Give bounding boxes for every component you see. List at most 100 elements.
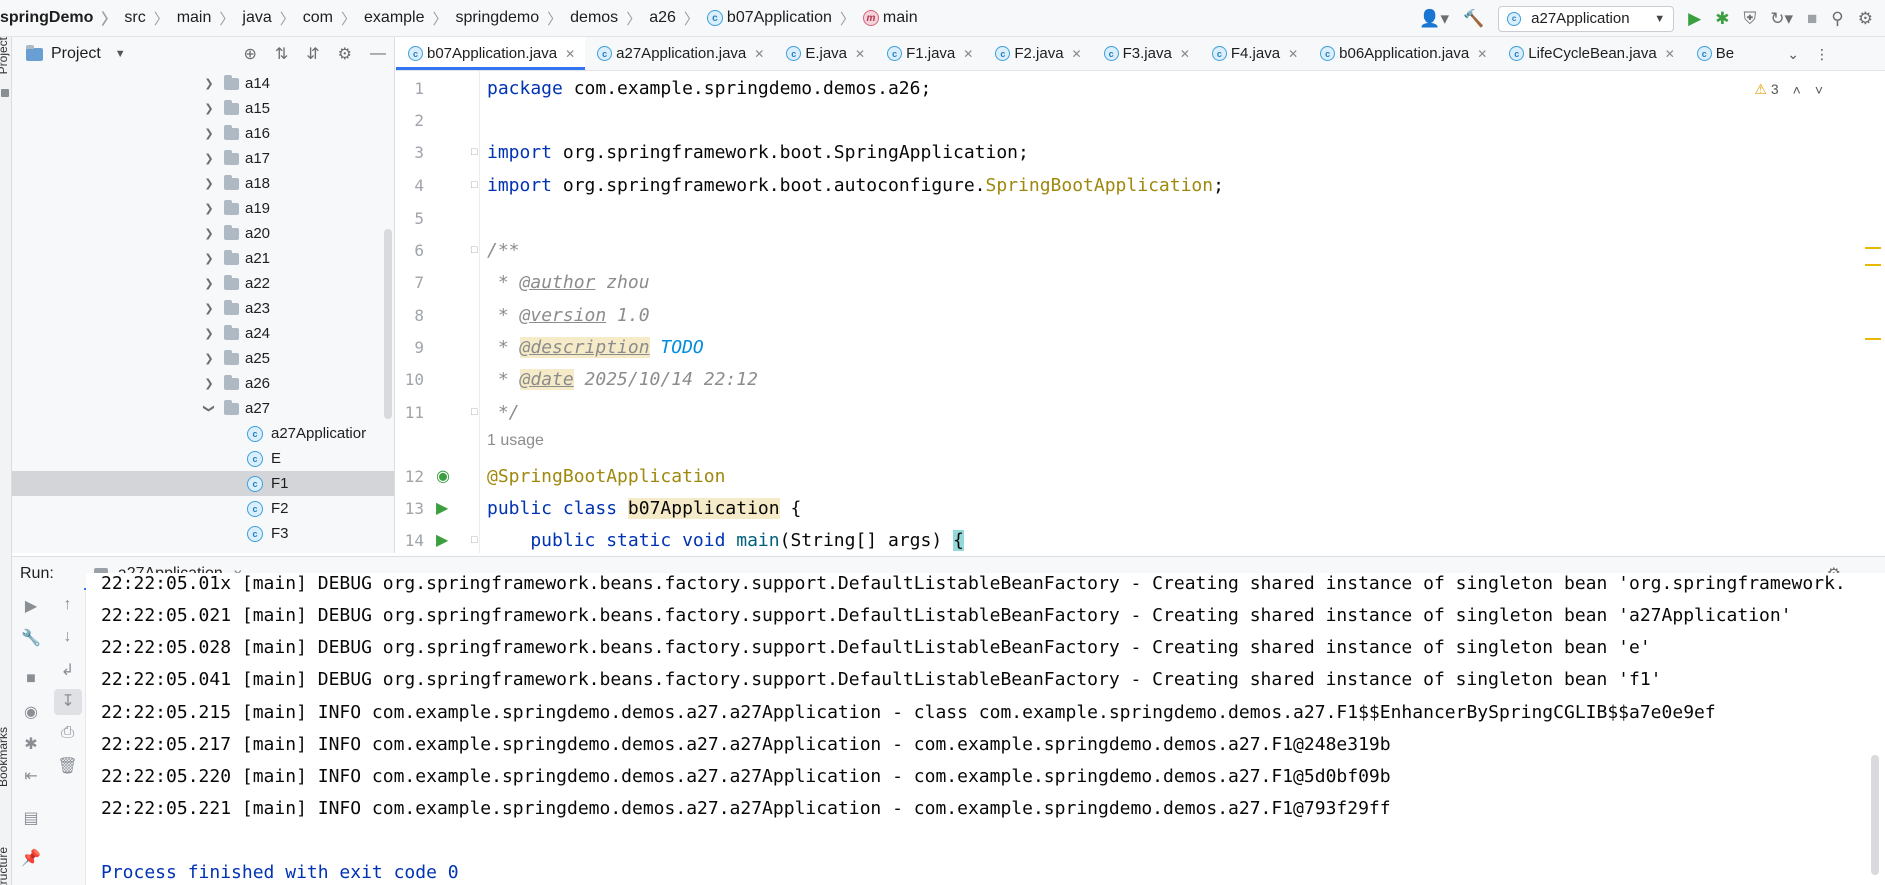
close-icon[interactable]: ✕ bbox=[1288, 47, 1298, 61]
console-output[interactable]: 22:22:05.01x [main] DEBUG org.springfram… bbox=[86, 573, 1885, 885]
tree-folder-a22[interactable]: ❯ a22 bbox=[12, 271, 394, 296]
stop-icon[interactable]: ■ bbox=[12, 670, 50, 688]
tree-file-f2[interactable]: c F2 bbox=[12, 496, 394, 521]
tab-f3[interactable]: c F3.java ✕ bbox=[1092, 37, 1200, 70]
tab-f4[interactable]: c F4.java ✕ bbox=[1200, 37, 1308, 70]
project-scrollbar[interactable] bbox=[384, 229, 392, 419]
project-panel-title[interactable]: Project bbox=[51, 45, 101, 63]
trash-icon[interactable]: 🗑 bbox=[50, 756, 85, 776]
fold-icon[interactable]: □ bbox=[471, 406, 478, 418]
close-icon[interactable]: ✕ bbox=[565, 47, 575, 61]
collapse-all-icon[interactable]: ⇵ bbox=[306, 44, 319, 64]
layout-icon[interactable]: ▤ bbox=[12, 808, 50, 828]
debug-settings-icon[interactable]: ✱ bbox=[12, 734, 50, 754]
hide-minus-icon[interactable]: — bbox=[370, 45, 386, 63]
tab-b06application[interactable]: c b06Application.java ✕ bbox=[1308, 37, 1497, 70]
console-scrollbar[interactable] bbox=[1871, 755, 1879, 875]
breadcrumb-item-method[interactable]: m main bbox=[862, 9, 918, 27]
settings-gear-icon[interactable]: ⚙ bbox=[1858, 10, 1873, 27]
tree-file-a27application[interactable]: c a27Applicatior bbox=[12, 421, 394, 446]
exit-icon[interactable]: ⇤ bbox=[12, 766, 50, 786]
build-hammer-icon[interactable]: 🔨 bbox=[1463, 10, 1484, 27]
tree-folder-a15[interactable]: ❯ a15 bbox=[12, 96, 394, 121]
tree-file-f1[interactable]: c F1 bbox=[12, 471, 394, 496]
run-icon[interactable]: ▶ bbox=[1688, 10, 1701, 27]
error-stripe-marker[interactable] bbox=[1865, 247, 1881, 249]
more-vertical-icon[interactable]: ⋮ bbox=[1815, 46, 1829, 63]
breadcrumb-item-class[interactable]: c b07Application 〉 bbox=[706, 8, 863, 29]
breadcrumb-item-java[interactable]: java 〉 bbox=[242, 8, 302, 29]
chevron-right-icon[interactable]: ❯ bbox=[204, 302, 214, 315]
close-icon[interactable]: ✕ bbox=[1072, 47, 1082, 61]
run-gutter-icon[interactable]: ▶ bbox=[436, 530, 448, 550]
chevron-right-icon[interactable]: ❯ bbox=[204, 102, 214, 115]
breadcrumb-item-springdemo[interactable]: springdemo 〉 bbox=[456, 8, 571, 29]
tree-folder-a20[interactable]: ❯ a20 bbox=[12, 221, 394, 246]
breadcrumb-item-a26[interactable]: a26 〉 bbox=[649, 8, 707, 29]
user-menu-icon[interactable]: 👤▾ bbox=[1419, 10, 1449, 27]
search-icon[interactable]: ⚲ bbox=[1831, 10, 1843, 27]
close-icon[interactable]: ✕ bbox=[1665, 47, 1675, 61]
code-editor[interactable]: ⚠ 3 ˄ ˅ 1 package com.example.springdemo… bbox=[396, 71, 1885, 553]
breadcrumb-item-example[interactable]: example 〉 bbox=[364, 8, 456, 29]
breadcrumb-item-com[interactable]: com 〉 bbox=[303, 8, 364, 29]
chevron-right-icon[interactable]: ❯ bbox=[204, 77, 214, 90]
tree-folder-a27[interactable]: ❯ a27 bbox=[12, 396, 394, 421]
structure-tool-tab[interactable]: Structure bbox=[0, 847, 10, 885]
expand-all-icon[interactable]: ⇅ bbox=[275, 44, 288, 64]
tabs-dropdown[interactable]: ⌄ ⋮ bbox=[1779, 37, 1837, 70]
arrow-down-icon[interactable]: ↓ bbox=[50, 628, 85, 646]
tab-e[interactable]: c E.java ✕ bbox=[774, 37, 875, 70]
spring-bean-icon[interactable]: ◉ bbox=[436, 466, 450, 486]
breadcrumb-item-src[interactable]: src 〉 bbox=[124, 8, 176, 29]
profiler-icon[interactable]: ↻▾ bbox=[1770, 10, 1793, 27]
project-tool-tab[interactable]: Project bbox=[0, 37, 10, 74]
gear-icon[interactable]: ⚙ bbox=[338, 44, 352, 64]
tab-f2[interactable]: c F2.java ✕ bbox=[983, 37, 1091, 70]
coverage-shield-icon[interactable]: ⛨ bbox=[1743, 10, 1756, 27]
chevron-right-icon[interactable]: ❯ bbox=[204, 252, 214, 265]
tab-be[interactable]: c Be bbox=[1685, 37, 1744, 70]
close-icon[interactable]: ✕ bbox=[855, 47, 865, 61]
camera-icon[interactable]: ◉ bbox=[12, 702, 50, 722]
chevron-right-icon[interactable]: ❯ bbox=[204, 377, 214, 390]
tree-folder-a24[interactable]: ❯ a24 bbox=[12, 321, 394, 346]
tab-a27application[interactable]: c a27Application.java ✕ bbox=[585, 37, 774, 70]
error-stripe-marker[interactable] bbox=[1865, 264, 1881, 266]
close-icon[interactable]: ✕ bbox=[754, 47, 764, 61]
chevron-down-icon[interactable]: ▼ bbox=[115, 48, 126, 60]
tree-folder-a18[interactable]: ❯ a18 bbox=[12, 171, 394, 196]
tree-file-e[interactable]: cE bbox=[12, 446, 394, 471]
chevron-right-icon[interactable]: ❯ bbox=[204, 227, 214, 240]
close-icon[interactable]: ✕ bbox=[1477, 47, 1487, 61]
chevron-right-icon[interactable]: ❯ bbox=[204, 152, 214, 165]
chevron-right-icon[interactable]: ❯ bbox=[204, 202, 214, 215]
chevron-right-icon[interactable]: ❯ bbox=[204, 127, 214, 140]
fold-icon[interactable]: □ bbox=[471, 179, 478, 191]
chevron-down-icon[interactable]: ˅ bbox=[1815, 82, 1823, 98]
chevron-down-icon[interactable]: ⌄ bbox=[1787, 46, 1799, 63]
tab-f1[interactable]: c F1.java ✕ bbox=[875, 37, 983, 70]
chevron-right-icon[interactable]: ❯ bbox=[204, 352, 214, 365]
chevron-right-icon[interactable]: ❯ bbox=[204, 177, 214, 190]
tab-lifecyclebean[interactable]: c LifeCycleBean.java ✕ bbox=[1497, 37, 1684, 70]
tree-folder-a25[interactable]: ❯ a25 bbox=[12, 346, 394, 371]
fold-icon[interactable]: □ bbox=[471, 534, 478, 546]
breadcrumb-item-project[interactable]: springDemo 〉 bbox=[0, 8, 124, 29]
stop-icon[interactable]: ■ bbox=[1807, 10, 1817, 27]
fold-icon[interactable]: □ bbox=[471, 244, 478, 256]
tree-folder-a16[interactable]: ❯ a16 bbox=[12, 121, 394, 146]
tree-folder-a17[interactable]: ❯ a17 bbox=[12, 146, 394, 171]
tree-folder-a23[interactable]: ❯ a23 bbox=[12, 296, 394, 321]
print-icon[interactable]: ⎙ bbox=[50, 724, 85, 742]
pin-icon[interactable]: 📌 bbox=[12, 848, 50, 868]
fold-icon[interactable]: □ bbox=[471, 146, 478, 158]
tree-file-f3[interactable]: c F3 bbox=[12, 521, 394, 546]
scroll-to-end-icon[interactable]: ↧ bbox=[54, 689, 82, 715]
error-stripe-marker[interactable] bbox=[1865, 338, 1881, 340]
rerun-icon[interactable]: ▶ bbox=[12, 596, 50, 616]
tab-b07application[interactable]: c b07Application.java ✕ bbox=[396, 37, 586, 70]
tree-folder-a26[interactable]: ❯ a26 bbox=[12, 371, 394, 396]
locate-target-icon[interactable]: ⊕ bbox=[243, 44, 256, 64]
bookmarks-tool-tab[interactable]: Bookmarks bbox=[0, 727, 10, 787]
